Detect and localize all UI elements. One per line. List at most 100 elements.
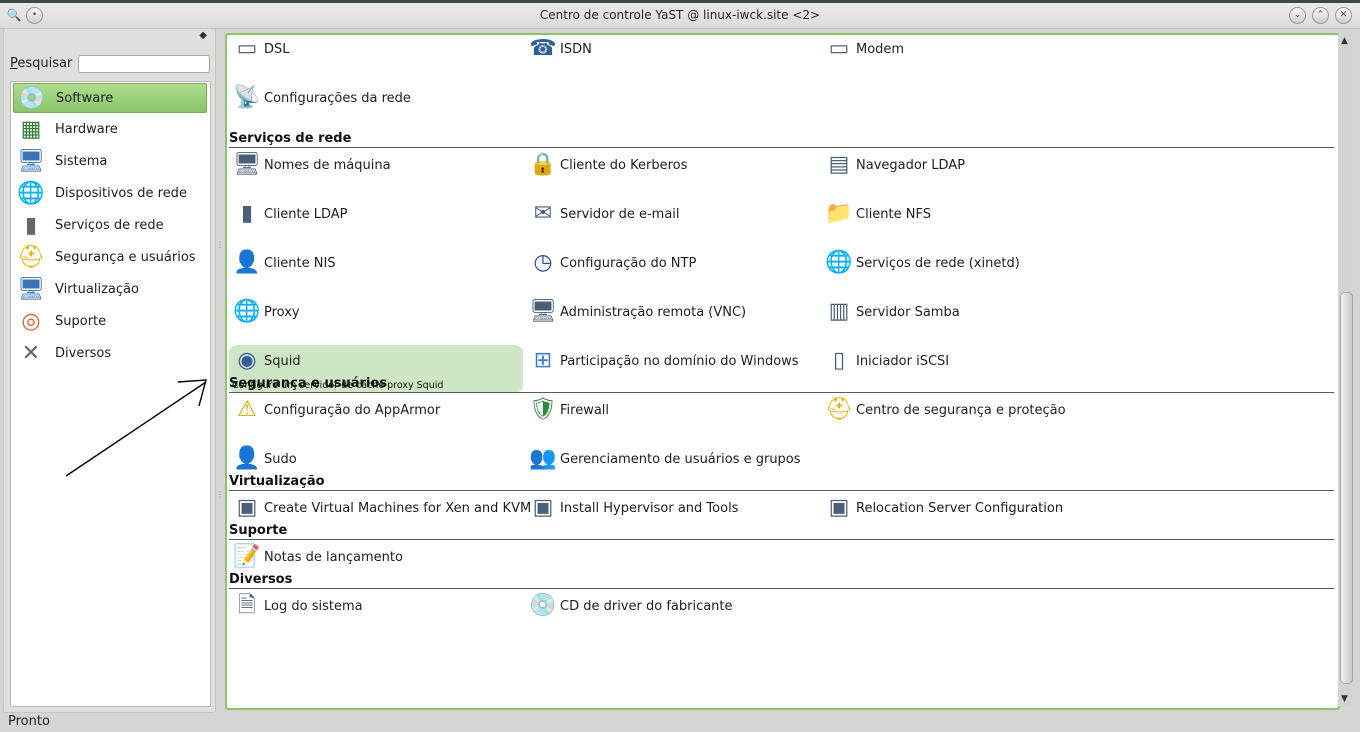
module-log-do-sistema[interactable]: 🗎 Log do sistema <box>229 590 523 634</box>
close-icon[interactable]: ✕ <box>1335 7 1352 24</box>
search-input[interactable] <box>78 55 210 73</box>
hardware-icon: ▦ <box>20 117 42 142</box>
category-item-software[interactable]: 💿 Software <box>13 83 207 113</box>
module-cliente-ldap[interactable]: ▮ Cliente LDAP <box>229 198 523 242</box>
module-proxy[interactable]: 🌐 Proxy <box>229 296 523 340</box>
modules-scrollbar[interactable]: ▲ ▼ <box>1338 34 1354 706</box>
module-label: Servidor Samba <box>856 305 960 320</box>
category-label: Dispositivos de rede <box>55 186 187 201</box>
vm-install-icon: ▣ <box>532 495 554 520</box>
category-label: Serviços de rede <box>55 218 164 233</box>
module-cliente-nfs[interactable]: 📁 Cliente NFS <box>821 198 1115 242</box>
nfs-folder-icon: 📁 <box>825 201 853 226</box>
sudo-user-icon: 👤 <box>233 446 261 471</box>
samba-server-icon: ▥ <box>828 299 850 324</box>
section-title-diversos: Diversos <box>229 572 293 587</box>
hostnames-icon: 🖥 <box>233 152 261 177</box>
splitter-handle[interactable]: ⋮ <box>216 240 224 250</box>
module-nomes-de-maquina[interactable]: 🖥 Nomes de máquina <box>229 149 523 193</box>
module-modem[interactable]: ▭ Modem <box>821 35 1115 77</box>
iscsi-icon: ▯ <box>832 348 846 373</box>
apparmor-shield-icon: ⚠ <box>237 397 257 422</box>
module-configuracao-do-ntp[interactable]: ◷ Configuração do NTP <box>525 247 819 291</box>
section-divider <box>229 588 1334 589</box>
category-item-suporte[interactable]: ◎ Suporte <box>13 307 207 337</box>
module-participacao-no-dominio-do-windows[interactable]: ⊞ Participação no domínio do Windows <box>525 345 819 389</box>
release-notes-icon: 📝 <box>233 544 261 569</box>
category-item-seguranca-e-usuarios[interactable]: ⛑ Segurança e usuários <box>13 243 207 273</box>
category-label: Sistema <box>55 154 108 169</box>
category-item-servicos-de-rede[interactable]: ▮ Serviços de rede <box>13 211 207 241</box>
module-label: Nomes de máquina <box>264 158 391 173</box>
module-label: Modem <box>856 42 905 57</box>
category-label: Software <box>56 91 114 106</box>
proxy-globe-icon: 🌐 <box>233 299 261 324</box>
module-dsl[interactable]: ▭ DSL <box>229 35 523 77</box>
module-install-hypervisor-and-tools[interactable]: ▣ Install Hypervisor and Tools <box>525 492 819 536</box>
category-item-diversos[interactable]: ✕ Diversos <box>13 339 207 369</box>
ntp-clock-icon: ◷ <box>533 250 553 275</box>
ldap-client-icon: ▮ <box>240 201 254 226</box>
module-label: CD de driver do fabricante <box>560 599 733 614</box>
module-isdn[interactable]: ☎ ISDN <box>525 35 819 77</box>
module-relocation-server-configuration[interactable]: ▣ Relocation Server Configuration <box>821 492 1115 536</box>
ldap-browser-icon: ▤ <box>828 152 850 177</box>
annotation-arrow <box>65 379 207 477</box>
module-iniciador-iscsi[interactable]: ▯ Iniciador iSCSI <box>821 345 1115 389</box>
module-label: Navegador LDAP <box>856 158 966 173</box>
module-label: Proxy <box>264 305 300 320</box>
module-cliente-do-kerberos[interactable]: 🔒 Cliente do Kerberos <box>525 149 819 193</box>
module-label: Administração remota (VNC) <box>560 305 747 320</box>
mail-server-icon: ✉ <box>533 201 553 226</box>
scroll-up-icon[interactable]: ▲ <box>1341 36 1348 46</box>
splitter-handle-lower[interactable]: ⋮ <box>216 490 224 500</box>
module-administracao-remota-vnc[interactable]: 🖥 Administração remota (VNC) <box>525 296 819 340</box>
firewall-shield-icon: 🛡 <box>529 397 557 422</box>
users-groups-icon: 👥 <box>529 446 557 471</box>
module-label: Cliente LDAP <box>264 207 348 222</box>
module-label: Install Hypervisor and Tools <box>560 501 739 516</box>
category-item-virtualizacao[interactable]: 🖥 Virtualização <box>13 275 207 305</box>
dsl-modem-icon: ▭ <box>236 36 258 61</box>
search-label: Pesquisar <box>10 56 73 71</box>
lifebuoy-icon: ◎ <box>21 309 41 334</box>
panel-toggle-icon[interactable]: ◆ <box>199 30 207 41</box>
vm-relocation-icon: ▣ <box>828 495 850 520</box>
module-label: Centro de segurança e proteção <box>856 403 1066 418</box>
module-label: Gerenciamento de usuários e grupos <box>560 452 801 467</box>
network-globe-icon: 🌐 <box>17 181 45 206</box>
module-navegador-ldap[interactable]: ▤ Navegador LDAP <box>821 149 1115 193</box>
module-servidor-de-e-mail[interactable]: ✉ Servidor de e-mail <box>525 198 819 242</box>
module-label: Cliente do Kerberos <box>560 158 688 173</box>
module-cd-de-driver-do-fabricante[interactable]: 💿 CD de driver do fabricante <box>525 590 819 634</box>
category-item-hardware[interactable]: ▦ Hardware <box>13 115 207 145</box>
scroll-down-icon[interactable]: ▼ <box>1341 694 1348 704</box>
module-servidor-samba[interactable]: ▥ Servidor Samba <box>821 296 1115 340</box>
module-firewall[interactable]: 🛡 Firewall <box>525 394 819 438</box>
module-label: Iniciador iSCSI <box>856 354 950 369</box>
module-configuracoes-da-rede[interactable]: 📡 Configurações da rede <box>229 82 523 126</box>
module-servicos-de-rede-xinetd[interactable]: 🌐 Serviços de rede (xinetd) <box>821 247 1115 291</box>
section-divider <box>229 147 1334 148</box>
module-centro-de-seguranca-e-protecao[interactable]: ⛑ Centro de segurança e proteção <box>821 394 1115 438</box>
module-label: Notas de lançamento <box>264 550 403 565</box>
module-cliente-nis[interactable]: 👤 Cliente NIS <box>229 247 523 291</box>
module-configuracao-do-apparmor[interactable]: ⚠ Configuração do AppArmor <box>229 394 523 438</box>
titlebar-right-buttons: ⌄ ⌃ ✕ <box>1289 7 1352 24</box>
module-label: Log do sistema <box>264 599 363 614</box>
module-gerenciamento-de-usuarios-e-grupos[interactable]: 👥 Gerenciamento de usuários e grupos <box>525 443 819 487</box>
module-label: Cliente NFS <box>856 207 931 222</box>
minimize-icon[interactable]: ⌄ <box>1289 7 1306 24</box>
category-label: Suporte <box>55 314 107 329</box>
category-item-dispositivos-de-rede[interactable]: 🌐 Dispositivos de rede <box>13 179 207 209</box>
scroll-thumb[interactable] <box>1340 292 1353 684</box>
modem-icon: ▭ <box>828 36 850 61</box>
category-label: Virtualização <box>55 282 139 297</box>
squid-icon: ◉ <box>237 348 257 373</box>
maximize-icon[interactable]: ⌃ <box>1312 7 1329 24</box>
virtualization-icon: 🖥 <box>17 277 45 302</box>
module-label: Configuração do AppArmor <box>264 403 441 418</box>
category-item-sistema[interactable]: 🖥 Sistema <box>13 147 207 177</box>
tools-icon: ✕ <box>21 341 41 366</box>
network-services-icon: ▮ <box>24 213 38 238</box>
